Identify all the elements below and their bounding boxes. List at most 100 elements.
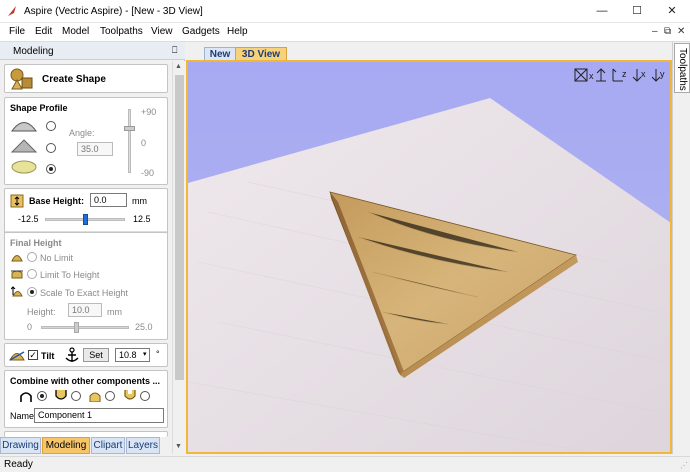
resize-grip-icon[interactable]: ⋰ xyxy=(680,461,688,470)
title-bar: Aspire (Vectric Aspire) - [New - 3D View… xyxy=(0,0,690,23)
combine-subtract-radio[interactable] xyxy=(71,391,81,401)
angle-label: Angle: xyxy=(69,128,95,138)
panel-scrollbar[interactable]: ▲ ▼ xyxy=(172,61,185,454)
round-profile-radio[interactable] xyxy=(46,121,56,131)
menu-view[interactable]: View xyxy=(151,26,173,37)
create-shape-icon xyxy=(10,68,33,90)
chevron-down-icon[interactable]: ▾ xyxy=(143,350,147,358)
iso-view-icon[interactable] xyxy=(574,68,588,82)
height-label: Height: xyxy=(27,307,56,317)
angle-scale-max: +90 xyxy=(141,107,157,117)
close-button[interactable]: ✕ xyxy=(655,0,689,23)
status-bar: Ready ⋰ xyxy=(0,456,690,472)
tab-modeling[interactable]: Modeling xyxy=(42,437,90,454)
tab-clipart[interactable]: Clipart xyxy=(91,437,125,454)
angle-scale-min: -90 xyxy=(141,168,155,178)
create-shape-title: Create Shape xyxy=(42,74,106,85)
pin-icon[interactable]: ⎕ xyxy=(172,45,177,56)
anchor-icon[interactable] xyxy=(65,347,79,363)
front-view-icon[interactable] xyxy=(595,68,607,82)
app-icon xyxy=(8,6,16,16)
toolpaths-tab-label: Toolpaths xyxy=(677,48,688,91)
mdi-restore-button[interactable]: ⧉ xyxy=(664,26,671,37)
right-side-panel: Toolpaths xyxy=(672,42,690,454)
combine-merge-radio[interactable] xyxy=(105,391,115,401)
menu-edit[interactable]: Edit xyxy=(35,26,52,37)
degree-label: ° xyxy=(156,349,160,359)
tilt-icon xyxy=(9,351,25,361)
flat-profile-radio[interactable] xyxy=(46,164,56,174)
shape-profile-title: Shape Profile xyxy=(10,103,68,113)
limit-height-label: Limit To Height xyxy=(40,270,100,280)
base-height-slider-thumb[interactable] xyxy=(83,214,88,225)
combine-multiply-icon xyxy=(124,390,136,400)
height-slider-thumb[interactable] xyxy=(74,322,79,333)
mdi-close-button[interactable]: ✕ xyxy=(677,26,685,37)
angle-slider-thumb[interactable] xyxy=(124,126,135,131)
mdi-minimize-button[interactable]: – xyxy=(652,26,658,37)
scale-height-icon xyxy=(11,286,23,297)
scale-height-radio[interactable] xyxy=(27,287,37,297)
combine-add-radio[interactable] xyxy=(37,391,47,401)
x-side-view-label[interactable]: x xyxy=(641,69,646,79)
angle-scale-mid: 0 xyxy=(141,138,147,148)
x-view-label[interactable]: x xyxy=(589,71,594,81)
height-input[interactable]: 10.0 xyxy=(68,303,102,317)
menu-help[interactable]: Help xyxy=(227,26,248,37)
combine-title: Combine with other components ... xyxy=(10,376,161,386)
no-limit-label: No Limit xyxy=(40,253,74,263)
maximize-button[interactable]: ☐ xyxy=(620,0,654,23)
y-view-label[interactable]: y xyxy=(660,69,665,79)
height-slider-track xyxy=(41,326,129,329)
panel-tabs: Drawing Modeling Clipart Layers xyxy=(0,437,185,454)
tab-drawing[interactable]: Drawing xyxy=(0,437,41,454)
3d-scene[interactable] xyxy=(188,62,672,454)
3d-viewport[interactable]: x z x y xyxy=(186,60,672,454)
tilt-checkbox[interactable]: ✓ xyxy=(28,350,38,360)
combine-add-icon xyxy=(20,392,32,402)
final-height-title: Final Height xyxy=(10,238,62,248)
menu-file[interactable]: File xyxy=(9,26,25,37)
no-limit-radio[interactable] xyxy=(27,252,37,262)
status-text: Ready xyxy=(4,459,33,470)
final-height-section: Final Height No Limit Limit To Height Sc… xyxy=(4,232,168,340)
combine-multiply-radio[interactable] xyxy=(140,391,150,401)
minimize-button[interactable]: — xyxy=(585,0,619,23)
scrollbar-thumb[interactable] xyxy=(175,75,184,380)
menu-toolpaths[interactable]: Toolpaths xyxy=(100,26,143,37)
tilt-set-button[interactable]: Set xyxy=(83,348,109,362)
vbit-profile-icon xyxy=(11,139,37,153)
flat-profile-icon xyxy=(11,160,37,174)
document-tabs: New 3D View xyxy=(186,42,672,62)
toolpaths-side-tab[interactable]: Toolpaths xyxy=(674,43,690,93)
limit-height-radio[interactable] xyxy=(27,269,37,279)
base-height-label: Base Height: xyxy=(29,196,85,206)
combine-subtract-icon xyxy=(55,390,67,400)
tilt-label: Tilt xyxy=(41,351,55,361)
menu-model[interactable]: Model xyxy=(62,26,89,37)
base-height-min: -12.5 xyxy=(18,214,39,224)
angle-slider-track xyxy=(128,109,131,173)
menu-gadgets[interactable]: Gadgets xyxy=(182,26,220,37)
base-height-unit: mm xyxy=(132,196,147,206)
component-name-input[interactable]: Component 1 xyxy=(34,408,164,423)
base-height-input[interactable]: 0.0 xyxy=(90,193,127,207)
round-profile-icon xyxy=(11,122,37,132)
base-height-max: 12.5 xyxy=(133,214,151,224)
modeling-panel: Modeling ⎕ Create Shape Shape Profile An… xyxy=(0,42,185,454)
create-shape-header: Create Shape xyxy=(4,64,168,93)
z-view-label[interactable]: z xyxy=(622,69,627,79)
angle-input[interactable]: 35.0 xyxy=(77,142,113,156)
scale-height-label: Scale To Exact Height xyxy=(40,288,128,298)
menu-bar: File Edit Model Toolpaths View Gadgets H… xyxy=(0,23,690,42)
scroll-up-icon[interactable]: ▲ xyxy=(175,63,182,70)
panel-header: Modeling ⎕ xyxy=(0,42,185,60)
limit-height-icon xyxy=(11,270,23,279)
vbit-profile-radio[interactable] xyxy=(46,143,56,153)
base-height-icon xyxy=(10,194,24,208)
height-min: 0 xyxy=(27,322,33,332)
name-label: Name xyxy=(10,411,35,421)
tab-layers[interactable]: Layers xyxy=(126,437,160,454)
panel-title: Modeling xyxy=(13,46,54,57)
height-max: 25.0 xyxy=(135,322,153,332)
